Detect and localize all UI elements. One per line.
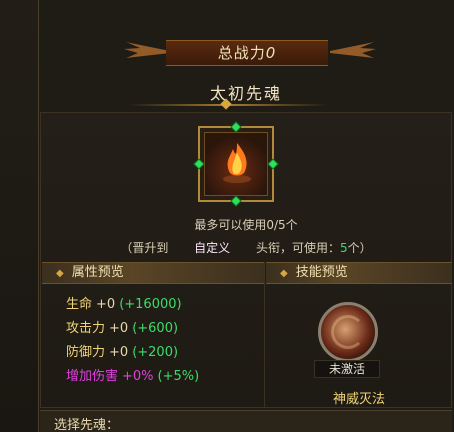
promote-middle: 头衔，可使用：	[256, 241, 341, 255]
attribute-row: 攻击力 +0 (+600)	[66, 318, 256, 342]
attribute-row: 防御力 +0 (+200)	[66, 342, 256, 366]
promote-text: （晋升到 自定义 头衔，可使用：5个）	[40, 238, 452, 257]
attribute-value: +0	[109, 321, 129, 336]
promote-suffix: 个）	[347, 241, 372, 255]
attributes-header: ◆ 属性预览	[42, 262, 264, 284]
divider	[264, 262, 265, 408]
attribute-bonus: (+16000)	[119, 297, 182, 312]
swirl-icon	[331, 315, 365, 349]
soul-name: 太初先魂	[209, 84, 282, 103]
skill-name: 神威灭法	[332, 392, 385, 407]
skill-orb-icon[interactable]	[318, 302, 378, 362]
slot-inner	[204, 132, 268, 196]
attribute-bonus: (+600)	[132, 321, 179, 336]
soul-slot[interactable]	[193, 121, 279, 207]
power-title: 总战力0	[166, 42, 328, 63]
power-banner: 总战力0	[38, 28, 454, 74]
flame-icon	[223, 143, 251, 183]
right-wing-icon	[330, 42, 376, 58]
skill-status: 未激活	[314, 360, 380, 378]
soul-underline	[128, 98, 328, 110]
diamond-bullet-icon: ◆	[56, 268, 64, 279]
skill-header: ◆ 技能预览	[266, 262, 452, 284]
attribute-list: 生命 +0 (+16000) 攻击力 +0 (+600) 防御力 +0 (+200) 增加伤…	[66, 294, 256, 390]
promote-count: 5	[340, 241, 348, 255]
attribute-name: 生命	[66, 297, 93, 312]
attribute-name: 防御力	[66, 345, 106, 360]
attribute-value: +0%	[122, 369, 154, 384]
attribute-value: +0	[96, 297, 116, 312]
attributes-header-label: 属性预览	[71, 265, 124, 280]
power-value: 0	[265, 44, 277, 62]
attribute-row: 生命 +0 (+16000)	[66, 294, 256, 318]
usage-text: 最多可以使用0/5个	[194, 218, 298, 232]
left-wing-icon	[124, 42, 170, 58]
diamond-bullet-icon: ◆	[280, 268, 288, 279]
attribute-bonus: (+5%)	[157, 369, 200, 384]
title-badge: 自定义	[172, 238, 253, 257]
select-label: 选择先魂：	[54, 418, 120, 432]
attribute-value: +0	[109, 345, 129, 360]
promote-prefix: （晋升到	[120, 241, 169, 255]
attribute-row: 增加伤害 +0% (+5%)	[66, 366, 256, 390]
power-label: 总战力	[217, 44, 266, 62]
attribute-bonus: (+200)	[132, 345, 179, 360]
attribute-name: 攻击力	[66, 321, 106, 336]
attribute-name: 增加伤害	[66, 369, 119, 384]
skill-header-label: 技能预览	[295, 265, 348, 280]
